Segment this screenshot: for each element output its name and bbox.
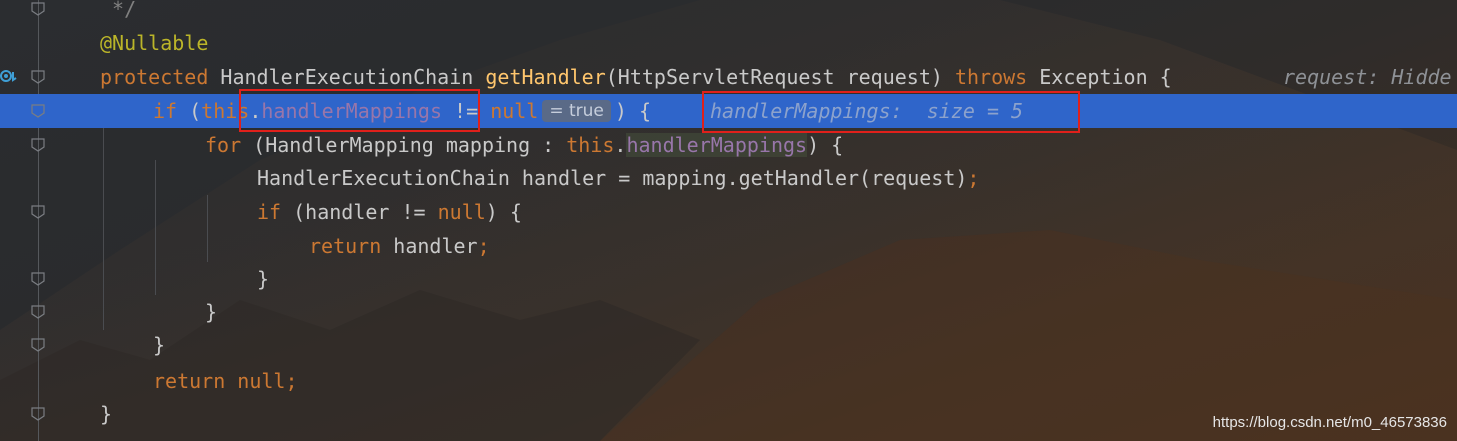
code-line[interactable]: } <box>0 328 1457 362</box>
code-token: for <box>205 133 254 157</box>
code-line[interactable]: return null; <box>0 364 1457 398</box>
code-token: return null <box>153 369 286 393</box>
fold-marker-icon[interactable] <box>31 104 45 118</box>
code-token: if <box>153 99 190 123</box>
code-line[interactable]: } <box>0 262 1457 296</box>
code-line[interactable]: */ <box>0 0 1457 26</box>
code-token: handler <box>393 234 478 258</box>
code-token: (HandlerMapping mapping : <box>253 133 567 157</box>
code-token: ; <box>285 369 298 393</box>
code-line[interactable]: if (handler != null) { <box>0 195 1457 229</box>
code-token: (HttpServletRequest request) <box>605 65 955 89</box>
code-text: return null; <box>153 364 298 398</box>
code-token: null <box>437 200 486 224</box>
code-text: } <box>257 262 269 296</box>
code-token: HandlerExecutionChain <box>220 65 486 89</box>
code-token: } <box>205 300 218 324</box>
code-line[interactable]: for (HandlerMapping mapping : this.handl… <box>0 128 1457 162</box>
fold-marker-icon[interactable] <box>31 138 45 152</box>
code-line[interactable]: } <box>0 295 1457 329</box>
code-token: @Nullable <box>100 31 209 55</box>
code-token: } <box>100 402 113 426</box>
code-token: ) { <box>807 133 844 157</box>
fold-marker-icon[interactable] <box>31 205 45 219</box>
code-token: Exception { <box>1039 65 1172 89</box>
code-token: throws <box>954 65 1040 89</box>
fold-marker-icon[interactable] <box>31 407 45 421</box>
code-text: } <box>100 397 112 431</box>
code-text: return handler; <box>309 229 490 263</box>
code-line[interactable]: protected HandlerExecutionChain getHandl… <box>0 60 1457 94</box>
fold-marker-icon[interactable] <box>31 338 45 352</box>
code-token: (handler != <box>293 200 438 224</box>
code-token: ) { <box>614 99 652 123</box>
code-line[interactable]: @Nullable <box>0 26 1457 60</box>
field-callout-box <box>239 89 480 132</box>
code-text: */ <box>100 0 136 26</box>
code-token: ; <box>967 166 980 190</box>
code-token: . <box>614 133 627 157</box>
code-token: } <box>153 333 166 357</box>
inline-debug-value: request: Hidde <box>1283 65 1452 89</box>
code-text: HandlerExecutionChain handler = mapping.… <box>257 161 979 195</box>
fold-marker-icon[interactable] <box>31 272 45 286</box>
fold-marker-icon[interactable] <box>31 305 45 319</box>
code-line[interactable]: HandlerExecutionChain handler = mapping.… <box>0 161 1457 195</box>
fold-marker-icon[interactable] <box>31 2 45 16</box>
code-text: @Nullable <box>100 26 208 60</box>
code-token: if <box>257 200 294 224</box>
code-token: getHandler <box>485 65 606 89</box>
fold-marker-icon[interactable] <box>31 70 45 84</box>
code-line[interactable]: return handler; <box>0 229 1457 263</box>
inline-value-callout-box <box>702 91 1080 133</box>
code-token: return <box>309 234 394 258</box>
code-token: } <box>257 267 270 291</box>
inline-eval-chip[interactable]: = true <box>542 100 611 122</box>
code-token: handlerMappings <box>626 133 808 157</box>
code-text: for (HandlerMapping mapping : this.handl… <box>205 128 843 162</box>
code-token: */ <box>100 0 137 21</box>
code-token: protected <box>100 65 221 89</box>
code-text: } <box>153 328 165 362</box>
code-token: ; <box>477 234 490 258</box>
watermark-text: https://blog.csdn.net/m0_46573836 <box>1212 414 1447 431</box>
code-text: if (handler != null) { <box>257 195 522 229</box>
code-token: null <box>490 99 539 123</box>
code-token: ( <box>189 99 202 123</box>
code-token: HandlerExecutionChain handler = mapping.… <box>257 166 968 190</box>
code-text: } <box>205 295 217 329</box>
code-token: this <box>566 133 615 157</box>
code-token: ) { <box>485 200 522 224</box>
